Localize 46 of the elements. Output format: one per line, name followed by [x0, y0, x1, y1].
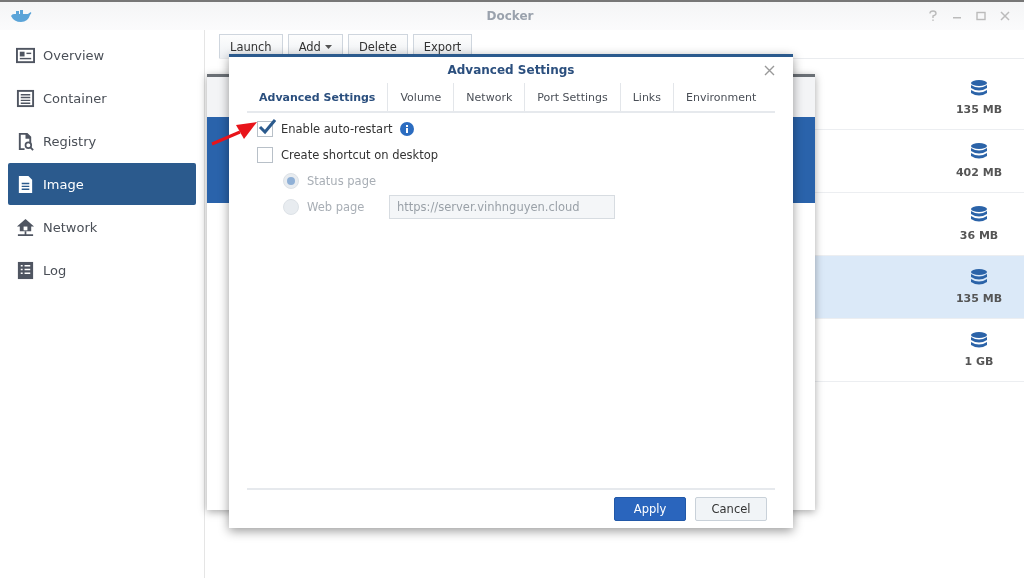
tab[interactable]: Network — [454, 83, 526, 111]
caret-icon — [324, 44, 332, 49]
database-icon — [971, 332, 987, 350]
sidebar-item[interactable]: Overview — [8, 34, 196, 76]
radio-label: Status page — [307, 174, 378, 188]
checkbox[interactable] — [257, 121, 273, 137]
database-icon — [971, 269, 987, 287]
database-icon — [971, 80, 987, 98]
image-size: 135 MB — [955, 292, 1003, 305]
arrow-icon — [210, 120, 258, 146]
sidebar-item[interactable]: Log — [8, 249, 196, 291]
tab[interactable]: Port Settings — [525, 83, 621, 111]
close-icon[interactable] — [764, 65, 775, 76]
database-icon — [971, 206, 987, 224]
sidebar-item[interactable]: Registry — [8, 120, 196, 162]
image-size: 402 MB — [955, 166, 1003, 179]
tab[interactable]: Links — [620, 83, 674, 111]
close-icon[interactable] — [1000, 11, 1010, 21]
tab[interactable]: Volume — [388, 83, 455, 111]
sidebar-item[interactable]: Network — [8, 206, 196, 248]
maximize-icon[interactable] — [976, 11, 986, 21]
document-search-icon — [16, 131, 35, 151]
radio-label: Web page — [307, 200, 366, 214]
option-label: Create shortcut on desktop — [281, 148, 439, 162]
help-icon[interactable] — [928, 10, 938, 22]
database-icon — [971, 143, 987, 161]
option-label: Enable auto-restart — [281, 122, 393, 136]
whale-icon — [10, 9, 32, 23]
house-network-icon — [16, 217, 35, 237]
document-icon — [16, 174, 35, 194]
window-title: Docker — [486, 9, 534, 23]
checkbox[interactable] — [257, 147, 273, 163]
list-box-icon — [16, 88, 35, 108]
sidebar-item[interactable]: Container — [8, 77, 196, 119]
apply-button[interactable]: Apply — [614, 497, 686, 521]
dialog-title: Advanced Settings — [447, 63, 575, 77]
cancel-button[interactable]: Cancel — [695, 497, 767, 521]
id-card-icon — [16, 45, 35, 65]
image-size: 135 MB — [955, 103, 1003, 116]
sidebar-item[interactable]: Image — [8, 163, 196, 205]
info-icon[interactable] — [400, 122, 415, 136]
tab[interactable]: Environment — [673, 83, 769, 111]
list-icon — [16, 260, 35, 280]
image-size: 36 MB — [959, 229, 999, 242]
tab[interactable]: Advanced Settings — [247, 83, 389, 111]
image-size: 1 GB — [964, 355, 994, 368]
